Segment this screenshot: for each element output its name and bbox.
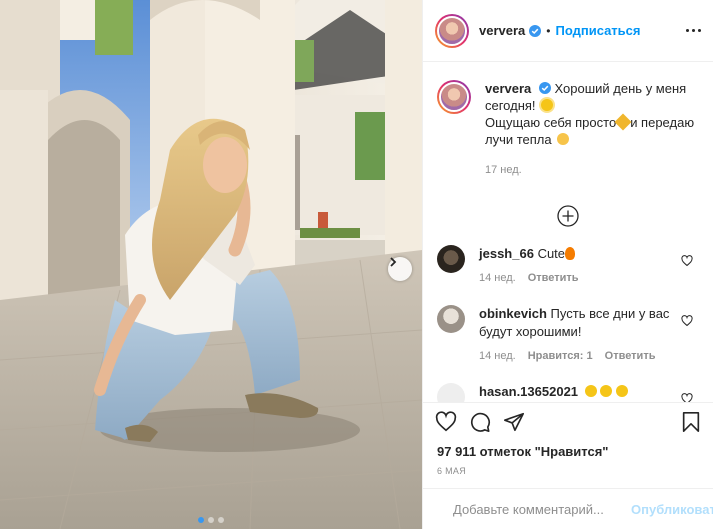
post-photo[interactable]	[0, 0, 422, 529]
comment-button[interactable]	[469, 411, 491, 433]
chevron-right-icon	[390, 257, 397, 267]
post-date[interactable]: 6 МАЯ	[437, 466, 466, 476]
comment-time[interactable]: 14 нед.	[479, 269, 516, 287]
load-more-comments-button[interactable]	[423, 205, 713, 227]
caption-avatar[interactable]	[437, 80, 471, 114]
reply-button[interactable]: Ответить	[605, 347, 656, 365]
carousel-next-button[interactable]	[388, 257, 412, 281]
share-button[interactable]	[503, 411, 525, 433]
comment-time[interactable]: 14 нед.	[479, 347, 516, 365]
heart-icon	[435, 410, 457, 431]
avatar	[437, 15, 467, 46]
add-comment-bar: Опубликовать	[423, 488, 713, 529]
comment-text: Cute	[537, 246, 566, 261]
publish-button[interactable]: Опубликовать	[631, 502, 713, 517]
heart-icon[interactable]	[681, 393, 693, 402]
carousel-dot	[208, 517, 214, 523]
caption-username[interactable]: ververa	[485, 81, 531, 96]
scream-emoji	[600, 385, 613, 397]
commenter-avatar[interactable]	[437, 383, 465, 402]
comments-list[interactable]: ververa Хороший день у меня сегодня! Ощу…	[423, 62, 713, 402]
comment-likes[interactable]: Нравится: 1	[528, 347, 593, 365]
add-comment-circle-icon	[557, 205, 579, 227]
caption-time[interactable]: 17 нед.	[485, 162, 701, 179]
author-username[interactable]: ververa	[479, 23, 525, 38]
carousel-dot	[218, 517, 224, 523]
scream-emoji	[584, 385, 597, 397]
scream-emoji	[615, 385, 628, 397]
post-header: ververa • Подписаться	[423, 0, 713, 62]
comment-item: hasan.13652021	[423, 383, 713, 402]
share-icon	[504, 412, 524, 431]
instagram-post: ververa • Подписаться ververa Хороший де…	[0, 0, 713, 529]
commenter-avatar[interactable]	[437, 305, 465, 333]
commenter-username[interactable]: hasan.13652021	[479, 384, 578, 399]
more-icon[interactable]	[686, 29, 701, 32]
reply-button[interactable]: Ответить	[528, 269, 579, 287]
post-sidebar: ververa • Подписаться ververa Хороший де…	[422, 0, 713, 529]
likes-count[interactable]: 97 911 отметок "Нравится"	[437, 444, 608, 459]
like-button[interactable]	[435, 410, 457, 433]
avatar	[439, 82, 469, 112]
fire-emoji	[565, 247, 576, 260]
heart-icon[interactable]	[681, 255, 693, 267]
sun-emoji	[541, 99, 554, 111]
carousel-indicator	[0, 517, 422, 523]
comment-input[interactable]	[451, 500, 631, 518]
commenter-username[interactable]: obinkevich	[479, 306, 547, 321]
verified-badge-icon	[529, 24, 542, 37]
verified-badge-icon	[538, 82, 551, 94]
caption: ververa Хороший день у меня сегодня! Ощу…	[423, 62, 713, 179]
commenter-avatar[interactable]	[437, 245, 465, 273]
save-button[interactable]	[681, 411, 701, 433]
comment-item: jessh_66 Cute 14 нед. Ответить	[423, 245, 713, 287]
photo-illustration	[0, 0, 422, 529]
comment-item: obinkevich Пусть все дни у вас будут хор…	[423, 305, 713, 365]
post-actions	[423, 402, 713, 440]
comment-icon	[471, 412, 491, 432]
bookmark-icon	[682, 411, 700, 432]
separator-bullet: •	[546, 23, 551, 38]
kiss-emoji	[557, 133, 570, 145]
caption-text-line2: Ощущаю себя просто	[485, 115, 617, 130]
follow-button[interactable]: Подписаться	[555, 23, 640, 38]
profile-avatar[interactable]	[435, 13, 469, 48]
heart-icon[interactable]	[681, 315, 693, 327]
carousel-dot	[198, 517, 204, 523]
commenter-username[interactable]: jessh_66	[479, 246, 534, 261]
